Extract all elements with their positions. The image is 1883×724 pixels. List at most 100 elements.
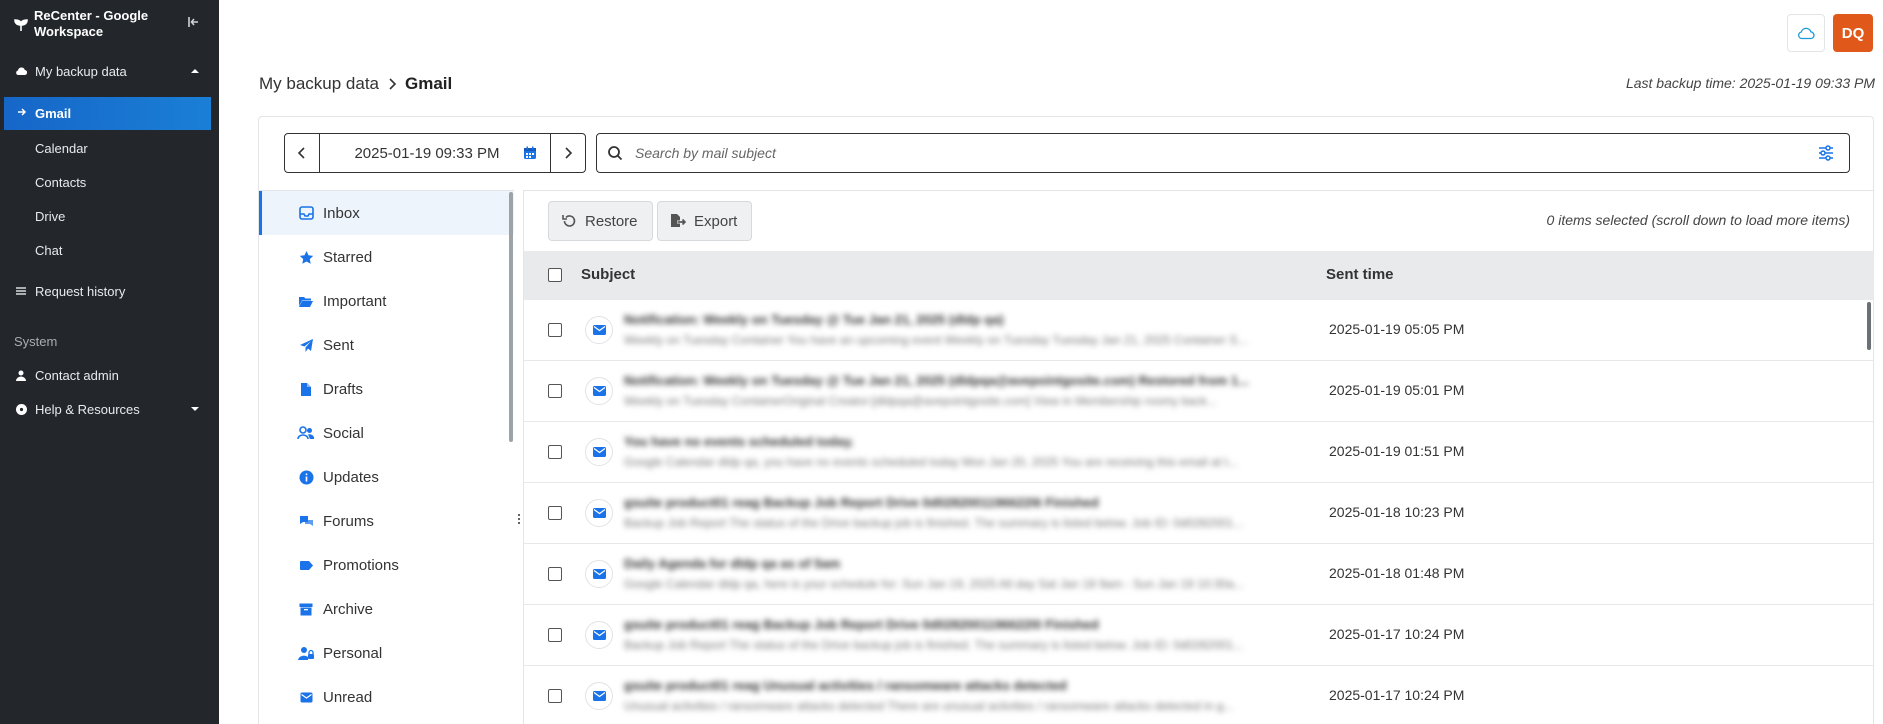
table-row[interactable]: Notification: Weekly on Tuesday @ Tue Ja… [524,361,1874,422]
folder-important[interactable]: Important [259,279,514,323]
sidebar-item-label: Calendar [35,140,88,156]
file-export-icon [671,214,686,227]
row-checkbox[interactable] [548,506,562,520]
nav-request-history[interactable]: Request history [0,276,219,306]
sidebar-item-chat[interactable]: Chat [0,235,219,265]
nav-label: My backup data [35,63,127,79]
folder-label: Inbox [323,204,360,222]
backup-date-value: 2025-01-19 09:33 PM [354,144,500,162]
folder-forums[interactable]: Forums [259,499,514,543]
breadcrumb-current: Gmail [405,74,453,93]
help-icon [14,402,28,416]
mail-sent-time: 2025-01-18 01:48 PM [1329,565,1465,581]
row-checkbox[interactable] [548,445,562,459]
row-checkbox[interactable] [548,323,562,337]
folder-starred[interactable]: Starred [259,235,514,279]
folder-sent[interactable]: Sent [259,323,514,367]
search-input[interactable] [635,145,1817,161]
mail-subject: gsuite product01 reag Backup Job Report … [624,495,1304,530]
tag-icon [297,556,315,574]
sidebar: ReCenter - Google Workspace My backup da… [0,0,219,724]
arrow-right-icon [18,108,27,116]
collapse-sidebar-icon[interactable] [187,15,203,31]
table-row[interactable]: Daily Agenda for dldp qa as of 5am Google… [524,544,1874,605]
folder-archive[interactable]: Archive [259,587,514,631]
table-row[interactable]: gsuite product01 reag Backup Job Report … [524,483,1874,544]
folder-label: Sent [323,336,354,354]
mail-icon [585,560,613,588]
table-row[interactable]: You have no events scheduled today. Googl… [524,422,1874,483]
search-box[interactable] [596,133,1850,173]
mail-icon [585,682,613,710]
row-checkbox[interactable] [548,384,562,398]
sidebar-item-label: Drive [35,208,66,224]
last-backup-time: Last backup time: 2025-01-19 09:33 PM [1625,75,1875,91]
inbox-icon [297,204,315,222]
row-checkbox[interactable] [548,628,562,642]
folder-scrollbar[interactable] [509,192,513,442]
search-icon [608,146,623,161]
breadcrumb: My backup data Gmail [259,74,452,94]
restore-label: Restore [585,212,638,230]
file-icon [297,380,315,398]
restore-icon [562,215,576,227]
cloud-status-button[interactable] [1787,14,1825,52]
table-row[interactable]: gsuite product01 reag Unusual activities… [524,666,1874,724]
mail-subject: gsuite product01 reag Unusual activities… [624,678,1304,713]
column-sent-time[interactable]: Sent time [1326,266,1394,283]
mail-icon [585,377,613,405]
folder-drafts[interactable]: Drafts [259,367,514,411]
avatar[interactable]: DQ [1833,14,1873,52]
cloud-icon [14,64,28,78]
row-checkbox[interactable] [548,689,562,703]
envelope-icon [297,688,315,706]
mail-preview-text: Google Calendar dldp qa, you have no eve… [624,455,1238,469]
mail-preview-text: Google Calendar dldp qa, here is your sc… [624,577,1244,591]
mail-sent-time: 2025-01-17 10:24 PM [1329,687,1465,703]
paper-plane-icon [297,336,315,354]
mail-sent-time: 2025-01-18 10:23 PM [1329,504,1465,520]
nav-my-backup-data[interactable]: My backup data [0,56,219,86]
column-subject[interactable]: Subject [581,266,635,283]
breadcrumb-root[interactable]: My backup data [259,74,379,94]
chevron-left-icon [297,147,305,159]
row-checkbox[interactable] [548,567,562,581]
calendar-icon[interactable] [522,145,538,161]
sidebar-item-drive[interactable]: Drive [0,201,219,231]
folder-unread[interactable]: Unread [259,675,514,719]
folder-inbox[interactable]: Inbox [259,191,514,235]
folder-promotions[interactable]: Promotions [259,543,514,587]
folder-updates[interactable]: Updates [259,455,514,499]
sidebar-item-gmail[interactable]: Gmail [4,97,211,130]
previous-date-button[interactable] [284,133,320,173]
user-lock-icon [297,644,315,662]
caret-up-icon [191,69,199,73]
folder-personal[interactable]: Personal [259,631,514,675]
folder-label: Archive [323,600,374,618]
resize-handle-icon[interactable] [517,512,521,526]
sidebar-item-label: Chat [35,242,63,258]
table-row[interactable]: gsuite product01 reag Backup Job Report … [524,605,1874,666]
mail-subject-text: Notification: Weekly on Tuesday @ Tue Ja… [624,312,1004,327]
folder-social[interactable]: Social [259,411,514,455]
table-row[interactable]: Notification: Weekly on Tuesday @ Tue Ja… [524,300,1874,361]
export-button[interactable]: Export [657,201,753,241]
sidebar-item-calendar[interactable]: Calendar [0,133,219,163]
folder-label: Drafts [323,380,364,398]
folder-label: Social [323,424,364,442]
people-icon [297,424,315,442]
nav-contact-admin[interactable]: Contact admin [0,360,219,390]
mail-subject-text: gsuite product01 reag Backup Job Report … [624,617,1099,632]
select-all-checkbox[interactable] [548,268,562,282]
brand-title: ReCenter - Google Workspace [34,8,149,39]
nav-help-resources[interactable]: Help & Resources [0,394,219,424]
user-icon [14,368,28,382]
next-date-button[interactable] [550,133,586,173]
restore-button[interactable]: Restore [548,201,653,241]
sidebar-item-contacts[interactable]: Contacts [0,167,219,197]
mail-list-scrollbar[interactable] [1867,302,1871,350]
filter-settings-icon[interactable] [1817,144,1835,162]
mail-sent-time: 2025-01-19 05:05 PM [1329,321,1465,337]
backup-date-picker[interactable]: 2025-01-19 09:33 PM [319,133,551,173]
export-label: Export [694,212,738,230]
